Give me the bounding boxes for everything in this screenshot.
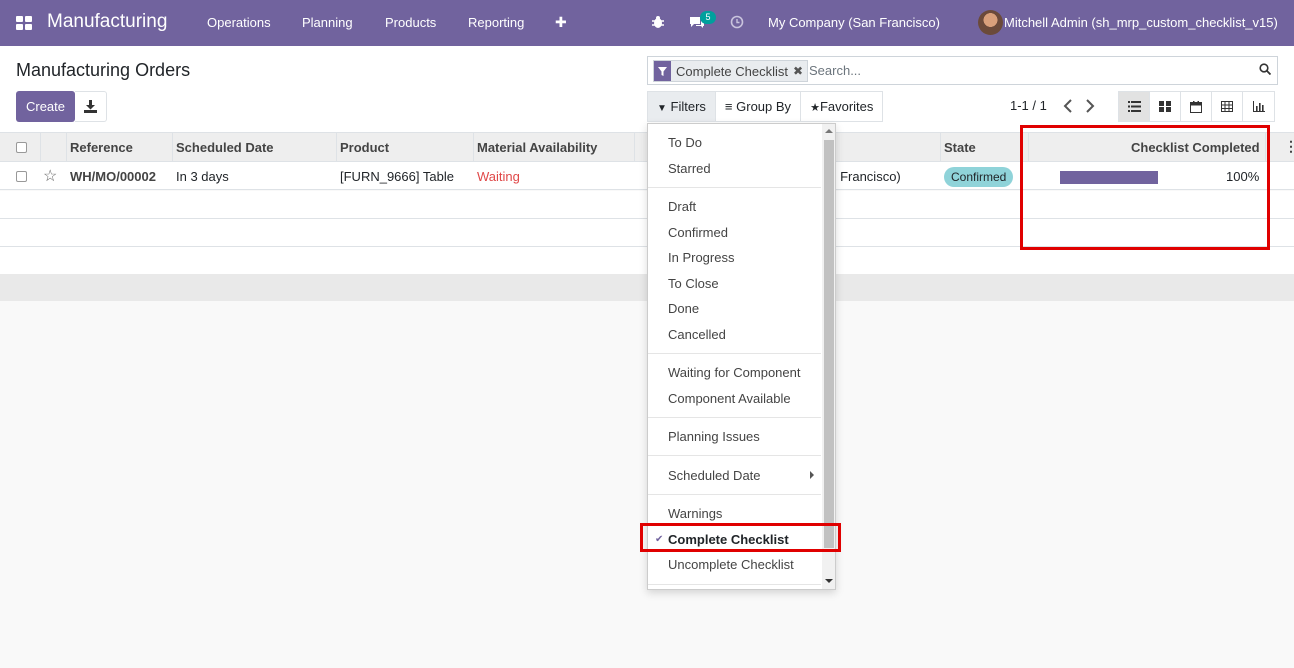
- cell-availability: Waiting: [477, 169, 520, 184]
- optional-columns-icon[interactable]: ⋮: [1284, 138, 1294, 155]
- scroll-down-icon[interactable]: [825, 579, 833, 583]
- priority-star-icon[interactable]: ☆: [43, 166, 57, 186]
- filters-button[interactable]: ▼ Filters: [648, 92, 716, 121]
- user-menu[interactable]: Mitchell Admin (sh_mrp_custom_checklist_…: [1004, 15, 1278, 30]
- download-icon: [84, 100, 97, 113]
- pager-value[interactable]: 1-1 / 1: [1010, 98, 1047, 113]
- chat-count-badge: 5: [700, 11, 716, 24]
- filter-cancelled[interactable]: Cancelled: [668, 327, 726, 342]
- filter-scheduled-date[interactable]: Scheduled Date: [668, 468, 761, 483]
- facet-label: Complete Checklist: [676, 63, 788, 79]
- facet-remove-icon[interactable]: ✖: [793, 64, 807, 78]
- export-button[interactable]: [75, 91, 107, 122]
- favorites-label: Favorites: [819, 99, 874, 114]
- search-facet: Complete Checklist ✖: [653, 60, 809, 82]
- calendar-view-icon[interactable]: [1181, 92, 1212, 121]
- filter-waiting-for-component[interactable]: Waiting for Component: [668, 365, 800, 380]
- user-avatar[interactable]: [978, 10, 1003, 35]
- dropdown-scroll-thumb[interactable]: [824, 140, 834, 548]
- page-title: Manufacturing Orders: [16, 60, 191, 80]
- filters-label: Filters: [670, 99, 706, 114]
- search-bar[interactable]: Complete Checklist ✖ Search...: [647, 56, 1278, 85]
- highlight-complete-checklist: [640, 523, 841, 552]
- search-icon[interactable]: [1259, 63, 1271, 75]
- favorites-button[interactable]: ★Favorites: [801, 92, 882, 121]
- list-icon: ≡: [724, 99, 733, 114]
- cell-product: [FURN_9666] Table: [340, 169, 454, 184]
- filter-in-progress[interactable]: In Progress: [668, 250, 734, 265]
- top-navbar: Manufacturing Operations Planning Produc…: [0, 0, 1294, 46]
- kanban-view-icon[interactable]: [1150, 92, 1181, 121]
- menu-products[interactable]: Products: [385, 15, 436, 30]
- pager-next-icon[interactable]: [1085, 99, 1095, 113]
- company-switcher[interactable]: My Company (San Francisco): [768, 15, 940, 30]
- filter-warnings[interactable]: Warnings: [668, 506, 722, 521]
- cell-reference: WH/MO/00002: [70, 169, 156, 184]
- column-material-availability[interactable]: Material Availability: [477, 140, 597, 155]
- pivot-view-icon[interactable]: [1212, 92, 1243, 121]
- scroll-up-icon[interactable]: [825, 129, 833, 133]
- list-view-icon[interactable]: [1119, 92, 1150, 121]
- search-options: ▼ Filters ≡ Group By ★Favorites: [647, 91, 884, 122]
- column-scheduled-date[interactable]: Scheduled Date: [176, 140, 274, 155]
- group-by-button[interactable]: ≡ Group By: [716, 92, 802, 121]
- menu-operations[interactable]: Operations: [207, 15, 271, 30]
- star-icon: ★: [810, 102, 820, 114]
- filter-icon: [654, 61, 671, 81]
- menu-reporting[interactable]: Reporting: [468, 15, 524, 30]
- filter-draft[interactable]: Draft: [668, 199, 696, 214]
- column-reference[interactable]: Reference: [70, 140, 133, 155]
- view-switcher: [1118, 91, 1275, 122]
- filter-starred[interactable]: Starred: [668, 161, 711, 176]
- filter-to-do[interactable]: To Do: [668, 135, 702, 150]
- control-panel: Manufacturing Orders Create Complete Che…: [0, 46, 1294, 132]
- plus-icon[interactable]: ✚: [555, 14, 567, 31]
- pager-previous-icon[interactable]: [1063, 99, 1073, 113]
- filter-to-close[interactable]: To Close: [668, 276, 719, 291]
- create-button[interactable]: Create: [16, 91, 75, 122]
- filter-planning-issues[interactable]: Planning Issues: [668, 429, 760, 444]
- cell-scheduled-date: In 3 days: [176, 169, 229, 184]
- column-product[interactable]: Product: [340, 140, 389, 155]
- menu-planning[interactable]: Planning: [302, 15, 353, 30]
- search-input[interactable]: Search...: [809, 63, 861, 78]
- filter-confirmed[interactable]: Confirmed: [668, 225, 728, 240]
- row-checkbox[interactable]: [16, 171, 27, 182]
- highlight-checklist-column: [1020, 125, 1270, 250]
- column-state[interactable]: State: [944, 140, 976, 155]
- submenu-caret-icon: [810, 471, 814, 479]
- debug-bug-icon[interactable]: [651, 15, 665, 29]
- activity-clock-icon[interactable]: [730, 15, 744, 29]
- graph-view-icon[interactable]: [1243, 92, 1274, 121]
- filter-done[interactable]: Done: [668, 301, 699, 316]
- group-by-label: Group By: [736, 99, 792, 114]
- apps-menu-icon[interactable]: [16, 16, 32, 30]
- filters-dropdown: To Do Starred Draft Confirmed In Progres…: [647, 123, 836, 590]
- state-badge: Confirmed: [944, 167, 1014, 187]
- filter-component-available[interactable]: Component Available: [668, 391, 791, 406]
- filter-uncomplete-checklist[interactable]: Uncomplete Checklist: [668, 557, 794, 572]
- select-all-checkbox[interactable]: [16, 142, 27, 153]
- app-name[interactable]: Manufacturing: [47, 11, 167, 33]
